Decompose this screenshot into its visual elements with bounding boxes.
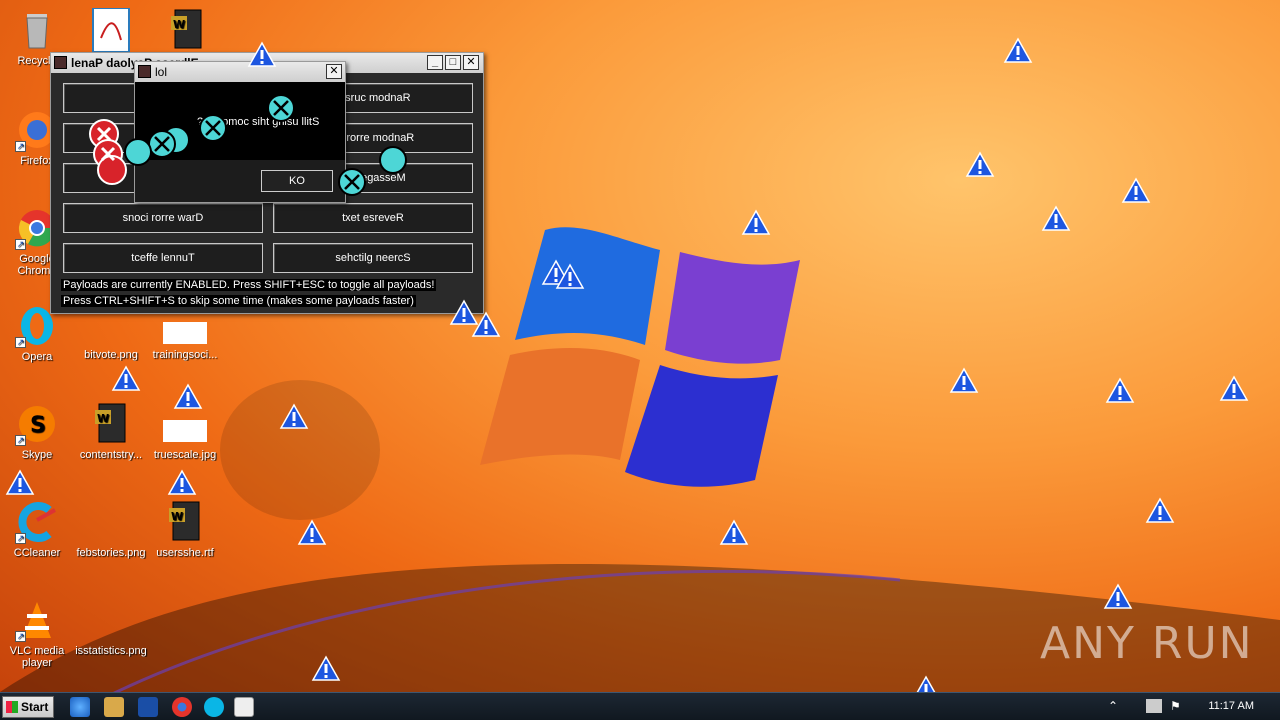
internet-explorer-icon[interactable] — [70, 697, 90, 717]
start-label: Start — [21, 700, 49, 714]
start-button[interactable]: Start — [2, 696, 54, 718]
show-hidden-icons-icon[interactable]: ⌃ — [1108, 699, 1118, 713]
system-tray: ⌃ ⚑ 11:17 AM — [1100, 693, 1280, 720]
taskbar: Start ⌃ ⚑ 11:17 AM — [0, 692, 1280, 720]
file-explorer-icon[interactable] — [104, 697, 124, 717]
network-icon[interactable] — [1146, 699, 1162, 713]
opera-taskbar-icon[interactable] — [204, 697, 224, 717]
windows-flag-icon — [6, 701, 18, 713]
warning-icons-overlay — [6, 38, 1248, 701]
chrome-taskbar-icon[interactable] — [172, 697, 192, 717]
active-window-icon[interactable] — [234, 697, 254, 717]
media-player-icon[interactable] — [138, 697, 158, 717]
action-center-flag-icon[interactable]: ⚑ — [1170, 699, 1181, 713]
anyrun-watermark: ANY RUN — [1040, 618, 1254, 669]
clock[interactable]: 11:17 AM — [1208, 700, 1254, 712]
